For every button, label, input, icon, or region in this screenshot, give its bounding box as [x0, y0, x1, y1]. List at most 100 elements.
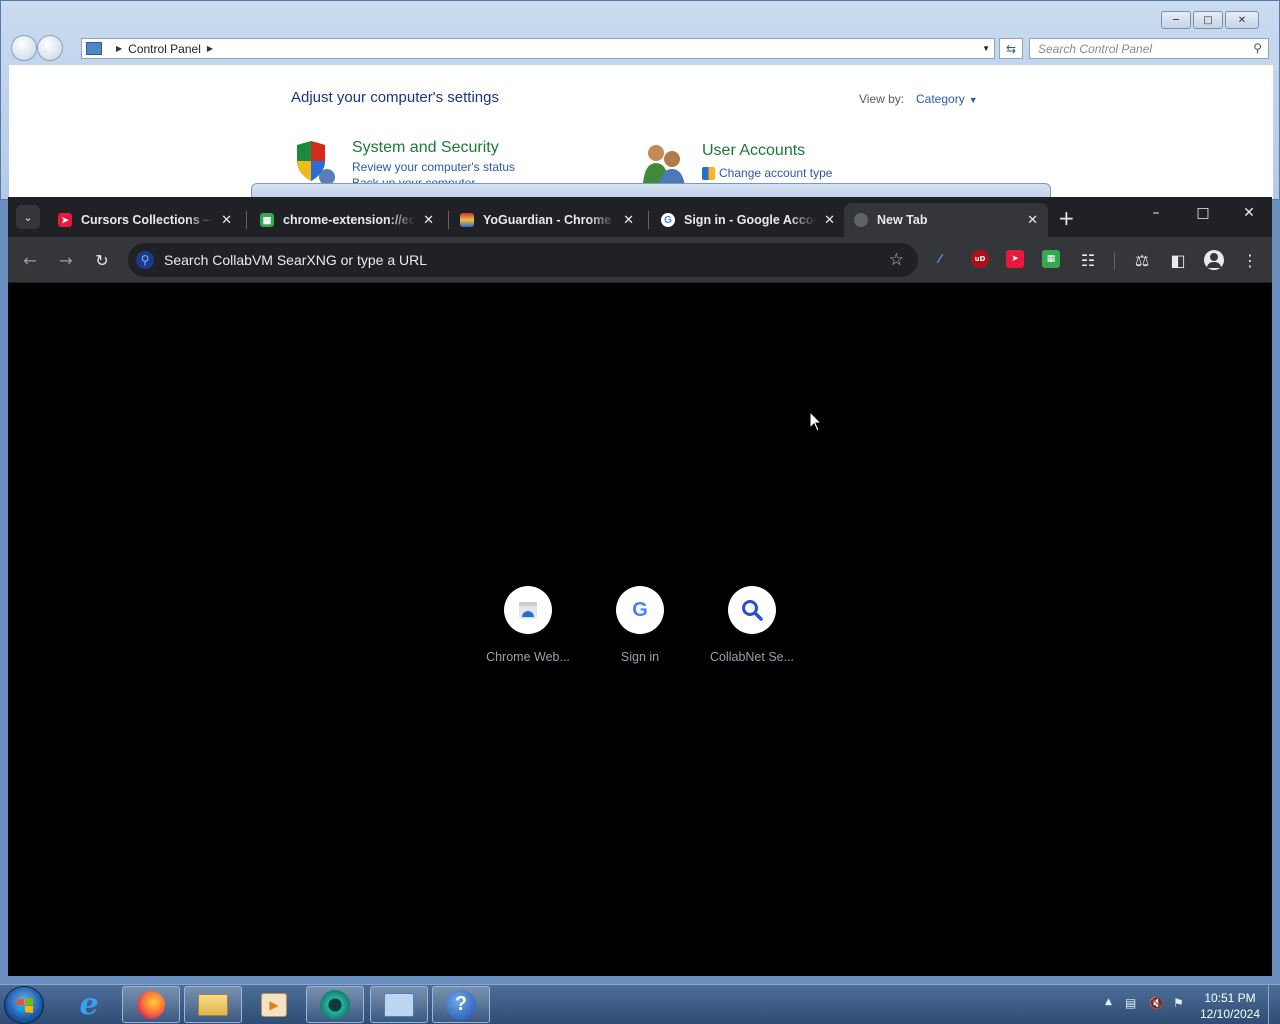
windows-logo-icon	[17, 998, 33, 1013]
volume-muted-icon[interactable]: 🔇	[1149, 996, 1164, 1010]
tab-divider	[246, 211, 247, 229]
breadcrumb-arrow-icon[interactable]: ▶	[207, 44, 213, 53]
uac-shield-icon	[702, 166, 715, 180]
cp-forward-button[interactable]	[37, 35, 63, 61]
tab-title: Cursors Collections — Custom Cursor	[81, 213, 213, 227]
chrome-toolbar: ← → ↻ ⚲ Search CollabVM SearXNG or type …	[8, 237, 1272, 283]
taskbar-help[interactable]: ?	[432, 986, 490, 1023]
tab-divider	[448, 211, 449, 229]
search-icon	[742, 600, 763, 621]
reload-button[interactable]: ↻	[90, 248, 114, 272]
cp-back-button[interactable]	[11, 35, 37, 61]
security-shield-icon	[297, 141, 335, 185]
close-icon[interactable]: ✕	[1027, 212, 1038, 228]
chrome-window: ⌄ ➤ Cursors Collections — Custom Cursor …	[8, 197, 1272, 976]
cp-close-button[interactable]: ✕	[1225, 11, 1259, 29]
globe-icon	[854, 213, 868, 227]
tab-strip: ⌄ ➤ Cursors Collections — Custom Cursor …	[8, 197, 1272, 237]
close-icon[interactable]: ✕	[824, 212, 835, 228]
back-button[interactable]: ←	[18, 248, 42, 272]
shortcut-collabnet-search[interactable]: CollabNet Se...	[696, 586, 808, 664]
control-panel-icon	[86, 42, 102, 55]
tab-yoguardian[interactable]: YoGuardian - Chrome Web Store ✕	[450, 203, 644, 237]
close-window-button[interactable]: ✕	[1237, 205, 1261, 221]
review-status-link[interactable]: Review your computer's status	[352, 160, 515, 174]
tab-title: New Tab	[877, 213, 928, 227]
start-button[interactable]	[4, 986, 44, 1024]
cp-breadcrumb[interactable]: Control Panel	[128, 42, 201, 56]
cp-minimize-button[interactable]: ─	[1161, 11, 1191, 29]
close-icon[interactable]: ✕	[623, 212, 634, 228]
extensions-puzzle-icon[interactable]: ☷	[1076, 248, 1100, 272]
bookmark-star-icon[interactable]: ☆	[889, 250, 904, 270]
control-panel-window: ─ □ ✕ ▶ Control Panel ▶ ▼ ⇆ Search Contr…	[0, 0, 1280, 203]
change-account-type-link[interactable]: Change account type	[702, 166, 832, 180]
side-panel-icon[interactable]: ◧	[1166, 248, 1190, 272]
chevron-down-icon: ▼	[968, 95, 978, 105]
tab-divider	[648, 211, 649, 229]
tab-search-button[interactable]: ⌄	[16, 205, 40, 229]
folder-icon	[198, 993, 228, 1016]
action-center-flag-icon[interactable]: ⚑	[1173, 996, 1184, 1010]
view-by-dropdown[interactable]: Category ▼	[916, 92, 978, 106]
cp-maximize-button[interactable]: □	[1193, 11, 1223, 29]
shortcut-sign-in[interactable]: G Sign in	[584, 586, 696, 664]
tab-title: Sign in - Google Accounts	[684, 213, 816, 227]
toolbar-divider	[1114, 252, 1115, 270]
custom-cursor-icon: ➤	[58, 213, 72, 227]
tab-google-sign-in[interactable]: G Sign in - Google Accounts ✕	[651, 203, 845, 237]
breadcrumb-arrow-icon: ▶	[116, 44, 123, 53]
internet-explorer-icon: e	[79, 987, 99, 1022]
shortcut-icon-container: G	[616, 586, 664, 634]
avatar-icon	[1204, 250, 1224, 270]
maximize-button[interactable]: □	[1191, 205, 1215, 221]
taskbar-internet-explorer[interactable]: e	[60, 986, 118, 1023]
labs-flask-icon[interactable]: ⚖	[1130, 248, 1154, 272]
clock-date: 12/10/2024	[1199, 1007, 1261, 1021]
tab-cursors-collections[interactable]: ➤ Cursors Collections — Custom Cursor ✕	[48, 203, 242, 237]
tab-chrome-extension[interactable]: ▦ chrome-extension://eoi ✕	[250, 203, 444, 237]
address-dropdown-icon[interactable]: ▼	[982, 44, 990, 53]
network-icon[interactable]: ▤	[1125, 996, 1136, 1010]
taskbar-explorer[interactable]	[184, 986, 242, 1023]
cp-address-bar[interactable]: ▶ Control Panel ▶ ▼	[81, 38, 995, 59]
cp-caption-buttons: ─ □ ✕	[1161, 11, 1259, 29]
cp-search-input[interactable]: Search Control Panel ⚲	[1029, 38, 1269, 59]
ublock-icon[interactable]: uD	[971, 250, 989, 268]
help-icon: ?	[446, 989, 476, 1020]
shortcut-label: CollabNet Se...	[709, 650, 795, 664]
control-panel-icon	[384, 992, 414, 1017]
clock-time: 10:51 PM	[1204, 991, 1256, 1005]
taskbar-control-panel[interactable]	[370, 986, 428, 1023]
tab-title: chrome-extension://eoi	[283, 213, 416, 227]
tab-new-tab[interactable]: New Tab ✕	[844, 203, 1048, 237]
omnibox[interactable]: ⚲ Search CollabVM SearXNG or type a URL …	[128, 243, 918, 277]
show-desktop-button[interactable]	[1268, 985, 1280, 1024]
pen-extension-icon[interactable]: ⁄	[931, 250, 949, 268]
custom-cursor-extension-icon[interactable]: ➤	[1006, 250, 1024, 268]
system-clock[interactable]: 10:51 PM 12/10/2024	[1192, 990, 1268, 1022]
profile-avatar[interactable]	[1202, 248, 1226, 272]
chrome-web-store-icon	[519, 602, 537, 619]
yoguardian-icon	[460, 213, 474, 227]
close-icon[interactable]: ✕	[221, 212, 232, 228]
taskbar-firefox[interactable]	[122, 986, 180, 1023]
search-engine-icon: ⚲	[136, 251, 154, 269]
cp-nav-buttons	[11, 35, 63, 61]
mouse-cursor-icon	[809, 411, 823, 432]
green-extension-icon[interactable]: ▦	[1042, 250, 1060, 268]
cp-refresh-button[interactable]: ⇆	[999, 38, 1023, 59]
new-tab-button[interactable]: +	[1058, 206, 1075, 230]
chrome-menu-button[interactable]: ⋮	[1238, 248, 1262, 272]
show-hidden-icons-chevron-icon[interactable]: ▲	[1105, 997, 1112, 1007]
forward-button[interactable]: →	[54, 248, 78, 272]
category-user-accounts-title[interactable]: User Accounts	[702, 142, 805, 160]
close-icon[interactable]: ✕	[423, 212, 434, 228]
category-system-security-title[interactable]: System and Security	[352, 139, 499, 157]
shortcut-chrome-web-store[interactable]: Chrome Web...	[472, 586, 584, 664]
tab-title: YoGuardian - Chrome Web Store	[483, 213, 615, 227]
minimize-button[interactable]: –	[1144, 205, 1168, 221]
taskbar-media-player[interactable]: ▶	[245, 986, 303, 1023]
page-title: Adjust your computer's settings	[291, 89, 499, 106]
taskbar-chrome[interactable]	[306, 986, 364, 1023]
